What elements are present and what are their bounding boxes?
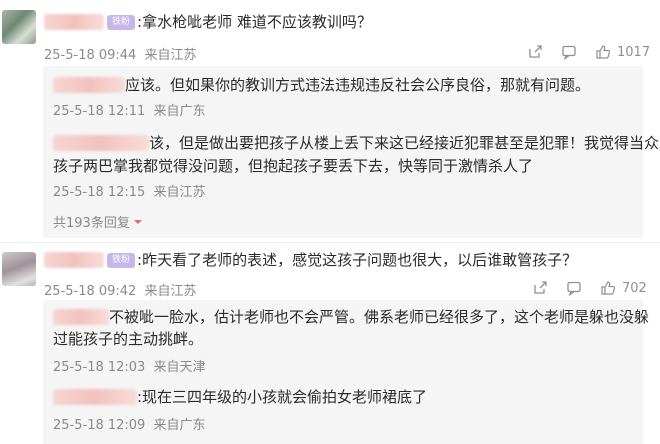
- username[interactable]: [53, 389, 137, 405]
- thumbs-up-icon[interactable]: [600, 280, 616, 296]
- reply-item: :现在三四年级的小孩就会偷拍女老师裙底了: [53, 386, 427, 408]
- reply-item: 不被呲一脸水，估计老师也不会严管。佛系老师已经很多了，这个老师是躲也没躲: [53, 306, 649, 328]
- timestamp: 25-5-18 12:11: [53, 104, 146, 119]
- location: 来自广东: [153, 104, 206, 119]
- fan-badge: 铁粉: [107, 14, 136, 30]
- timestamp: 25-5-18 12:15: [53, 185, 146, 200]
- timestamp: 25-5-18 09:42: [44, 284, 137, 299]
- reply-list: 不被呲一脸水，估计老师也不会严管。佛系老师已经很多了，这个老师是躲也没躲 过能孩…: [43, 300, 649, 444]
- comment-header: 铁粉 :拿水枪呲老师 难道不应该教训吗？: [44, 11, 372, 33]
- reply-item: 该，但是做出要把孩子从楼上丢下来这已经接近犯罪甚至是犯罪！我觉得当众扇: [53, 132, 660, 154]
- reply-text: :现在三四年级的小孩就会偷拍女老师裙底了: [137, 388, 428, 406]
- reply-text-line1: 不被呲一脸水，估计老师也不会严管。佛系老师已经很多了，这个老师是躲也没躲: [109, 308, 650, 326]
- comment-actions: 1017: [527, 44, 650, 60]
- reply-text-line2: 过能孩子的主动挑衅。: [53, 330, 204, 348]
- timestamp: 25-5-18 12:09: [53, 418, 146, 433]
- reply-meta: 25-5-18 12:09 来自广东: [53, 414, 206, 433]
- comment-icon[interactable]: [566, 280, 582, 296]
- more-replies-link[interactable]: 共193条回复: [53, 212, 143, 231]
- reply-item: 应该。但如果你的教训方式违法违规违反社会公序良俗，那就有问题。: [53, 74, 590, 96]
- username[interactable]: [53, 77, 125, 93]
- location: 来自广东: [153, 418, 206, 433]
- reply-meta: 25-5-18 12:15 来自江苏: [53, 181, 206, 200]
- location: 来自江苏: [153, 185, 206, 200]
- comment-text: :拿水枪呲老师 难道不应该教训吗？: [137, 13, 372, 31]
- caret-down-icon: [133, 219, 142, 224]
- thumbs-up-icon[interactable]: [595, 44, 611, 60]
- comment-icon[interactable]: [561, 44, 577, 60]
- username[interactable]: [44, 14, 104, 30]
- reply-meta: 25-5-18 12:03 来自天津: [53, 356, 206, 375]
- location: 来自江苏: [144, 284, 197, 299]
- reply-list: 应该。但如果你的教训方式违法违规违反社会公序良俗，那就有问题。 25-5-18 …: [43, 66, 660, 238]
- share-icon[interactable]: [532, 280, 548, 296]
- location: 来自江苏: [144, 48, 197, 63]
- username[interactable]: [53, 309, 109, 325]
- avatar[interactable]: [2, 10, 36, 44]
- comment-header: 铁粉 :昨天看了老师的表述，感觉这孩子问题也很大，以后谁敢管孩子？: [44, 249, 577, 271]
- fan-badge: 铁粉: [107, 252, 136, 268]
- like-count: 702: [622, 280, 647, 296]
- divider: [0, 242, 660, 243]
- comment-actions: 702: [532, 280, 647, 296]
- timestamp: 25-5-18 12:03: [53, 360, 146, 375]
- username[interactable]: [44, 252, 104, 268]
- timestamp: 25-5-18 09:44: [44, 48, 137, 63]
- reply-text-line1: 该，但是做出要把孩子从楼上丢下来这已经接近犯罪甚至是犯罪！我觉得当众扇: [149, 134, 660, 152]
- like-count: 1017: [617, 44, 651, 60]
- comment-text: :昨天看了老师的表述，感觉这孩子问题也很大，以后谁敢管孩子？: [137, 251, 578, 269]
- reply-text: 应该。但如果你的教训方式违法违规违反社会公序良俗，那就有问题。: [125, 76, 591, 94]
- avatar[interactable]: [2, 252, 36, 286]
- reply-meta: 25-5-18 12:11 来自广东: [53, 100, 206, 119]
- more-replies-label: 共193条回复: [53, 216, 130, 231]
- username[interactable]: [53, 135, 149, 151]
- share-icon[interactable]: [527, 44, 543, 60]
- reply-text-line2: 孩子两巴掌我都觉得没问题，但抱起孩子要丢下去，快等同于激情杀人了: [53, 157, 534, 175]
- comment-meta: 25-5-18 09:42 来自江苏: [44, 280, 197, 299]
- location: 来自天津: [153, 360, 206, 375]
- comment-meta: 25-5-18 09:44 来自江苏: [44, 44, 197, 63]
